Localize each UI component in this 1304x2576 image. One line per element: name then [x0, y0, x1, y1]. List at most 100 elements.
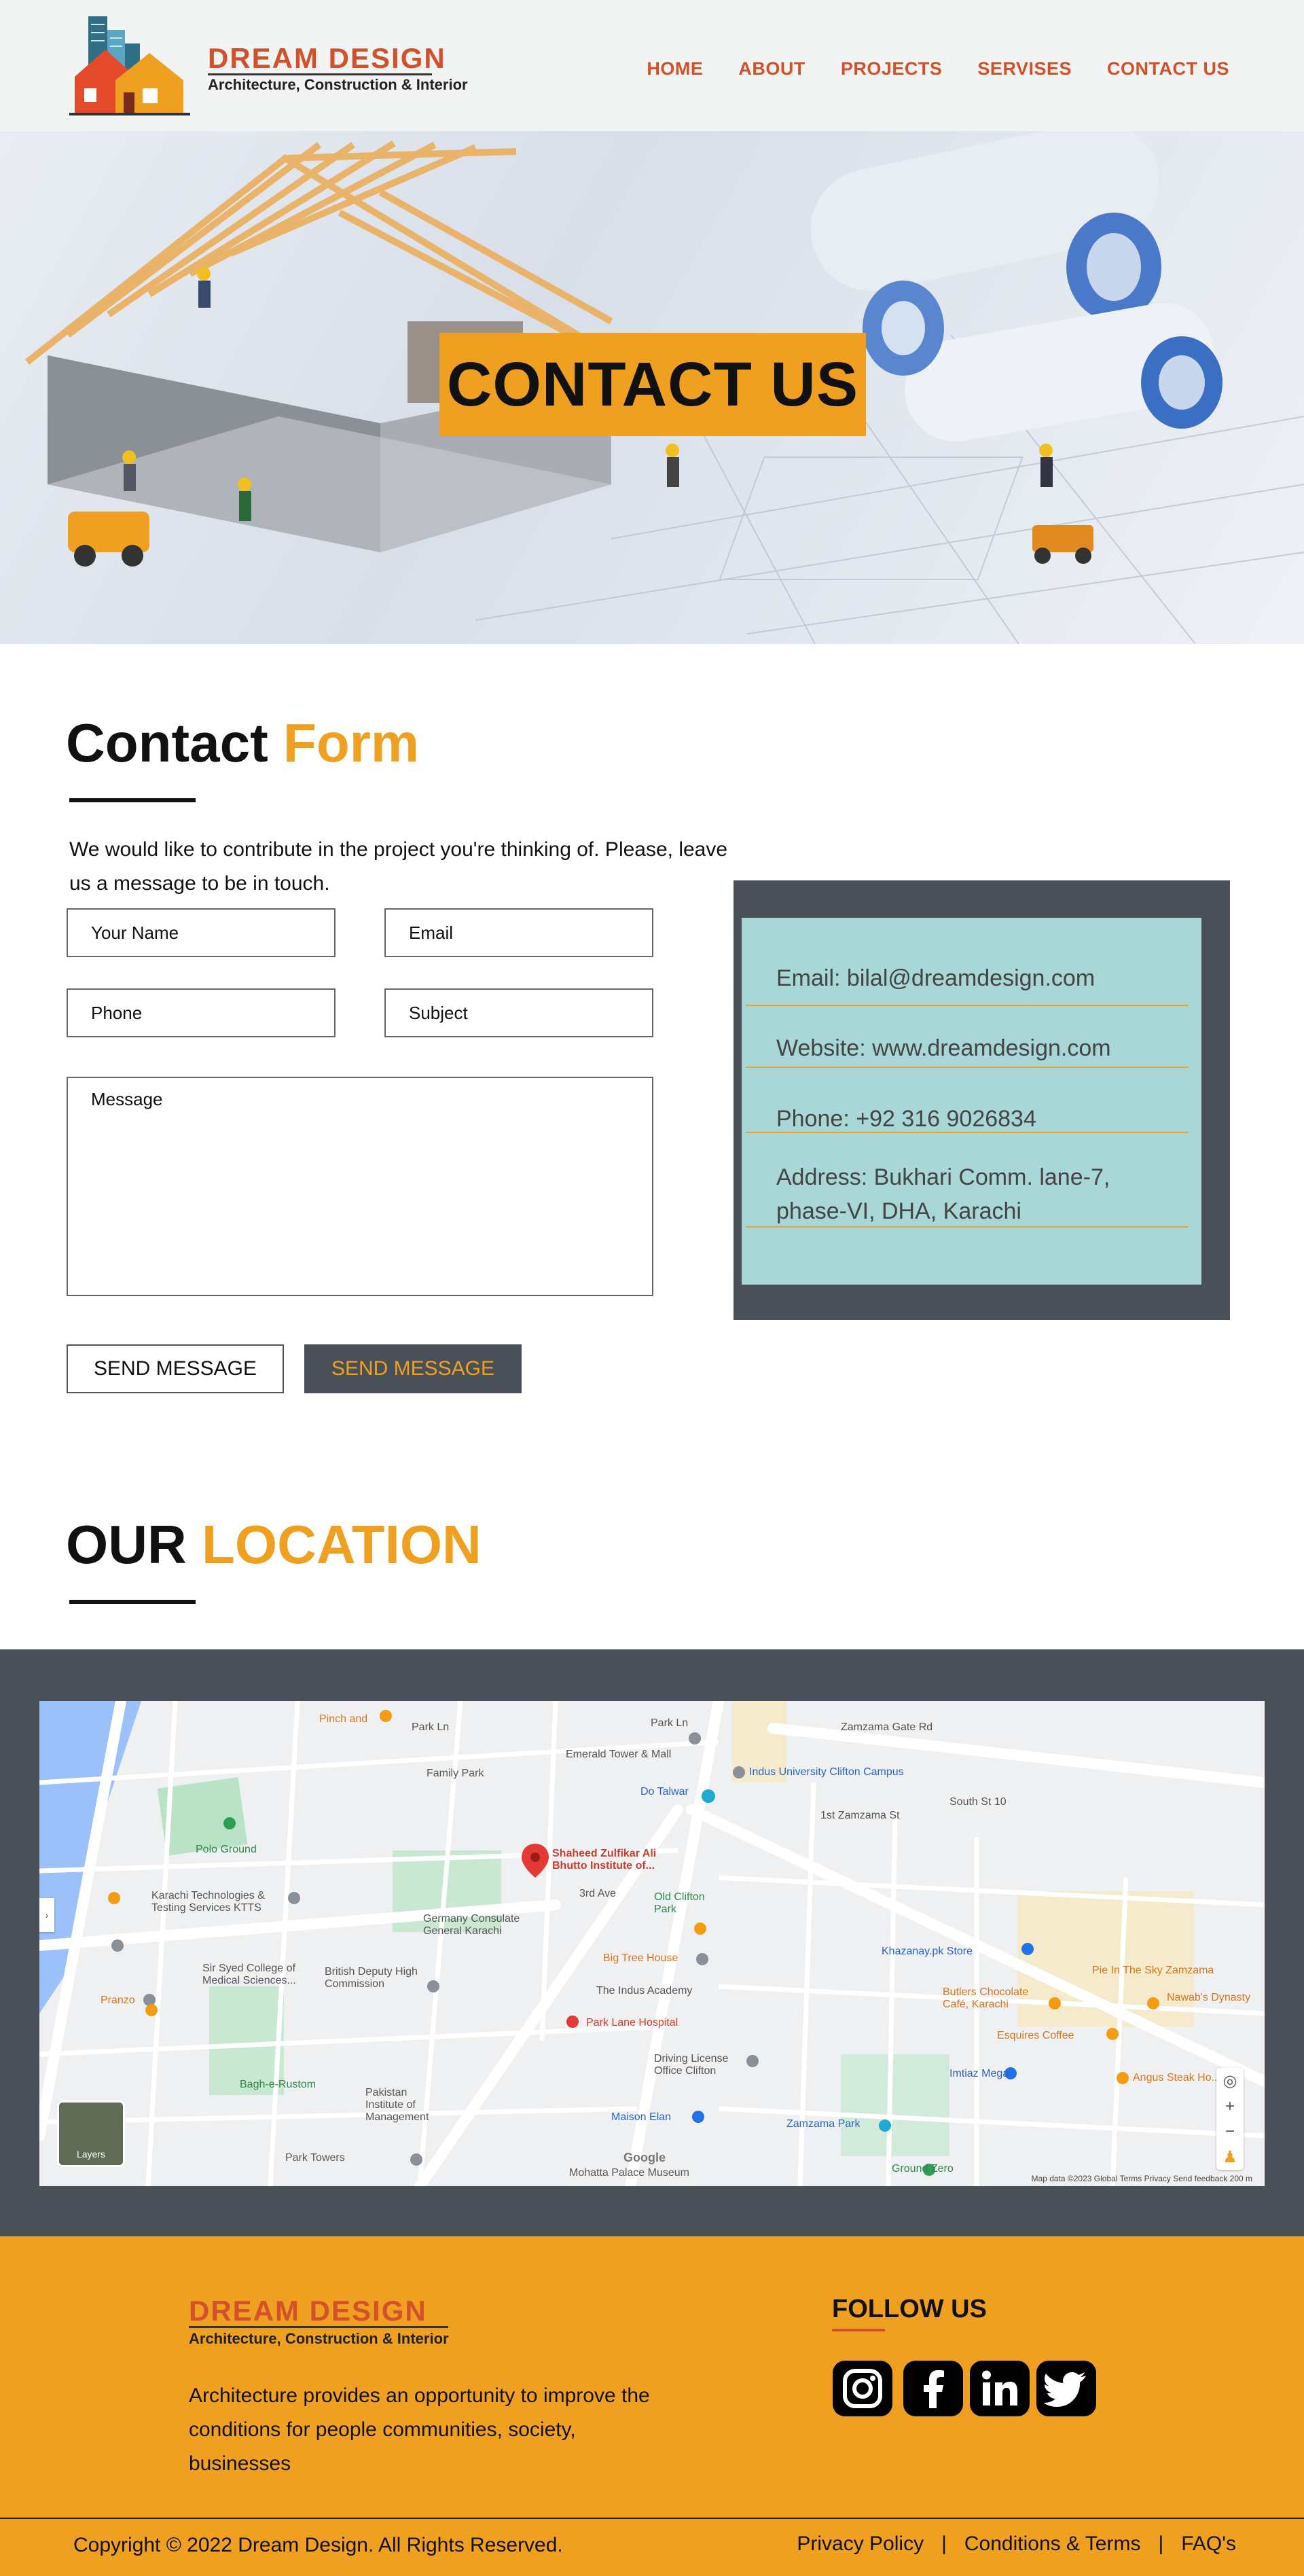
map-label: Imtiaz Mega: [949, 2068, 1009, 2079]
map-label: Pinch and: [319, 1713, 368, 1725]
map-label: Pranzo: [101, 1994, 135, 2006]
nav-about[interactable]: ABOUT: [738, 58, 805, 79]
map-label-office: Shaheed Zulfikar Ali Bhutto Institute of…: [552, 1848, 657, 1872]
map-label: Driving License Office Clifton: [654, 2053, 729, 2077]
send-message-button-alt[interactable]: SEND MESSAGE: [304, 1344, 522, 1393]
footer-divider: [0, 2518, 1304, 2519]
footer-links: Privacy Policy | Conditions & Terms | FA…: [797, 2533, 1236, 2556]
map-label: British Deputy High Commission: [325, 1966, 418, 1990]
twitter-icon[interactable]: [1036, 2361, 1096, 2416]
nav-services[interactable]: SERVISES: [977, 58, 1072, 79]
location-heading-main: OUR: [66, 1514, 187, 1575]
facebook-icon[interactable]: [903, 2361, 963, 2416]
follow-underline: [832, 2329, 885, 2331]
faq-link[interactable]: FAQ's: [1181, 2533, 1236, 2556]
map-label: 1st Zamzama St: [820, 1810, 900, 1821]
info-divider: [746, 1132, 1189, 1133]
contact-form-heading-accent: Form: [283, 713, 420, 773]
contact-phone[interactable]: Phone: +92 316 9026834: [776, 1102, 1036, 1136]
map-attribution[interactable]: Map data ©2023 Global Terms Privacy Send…: [1032, 2174, 1252, 2183]
map-label: Emerald Tower & Mall: [566, 1749, 672, 1760]
map-label: Park Ln: [412, 1721, 450, 1733]
zoom-in-button[interactable]: +: [1225, 2097, 1235, 2116]
email-field[interactable]: [384, 908, 653, 957]
map-label: Germany Consulate General Karachi: [423, 1913, 520, 1937]
instagram-icon[interactable]: [833, 2361, 892, 2416]
map-layers-button[interactable]: Layers: [57, 2100, 125, 2167]
copyright-text: Copyright © 2022 Dream Design. All Right…: [73, 2534, 563, 2556]
map-label: Family Park: [427, 1768, 484, 1779]
map-label: Bagh-e-Rustom: [240, 2079, 316, 2090]
footer-description: Architecture provides an opportunity to …: [189, 2384, 650, 2475]
map-label: Pakistan Institute of Management: [365, 2087, 429, 2123]
linkedin-icon[interactable]: [970, 2361, 1030, 2416]
location-heading-underline: [69, 1600, 196, 1604]
contact-website[interactable]: Website: www.dreamdesign.com: [776, 1031, 1111, 1065]
link-separator: |: [1158, 2533, 1164, 2555]
hero-banner: CONTACT US: [0, 131, 1304, 644]
contact-email[interactable]: Email: bilal@dreamdesign.com: [776, 961, 1095, 995]
house-logo-icon[interactable]: [68, 12, 192, 121]
page-title: CONTACT US: [446, 349, 859, 419]
brand-divider: [208, 73, 432, 75]
nav-home[interactable]: HOME: [647, 58, 703, 79]
contact-intro-text: We would like to contribute in the proje…: [69, 838, 728, 895]
map-label: Butlers Chocolate Café, Karachi: [943, 1986, 1029, 2010]
follow-us-heading: FOLLOW US: [832, 2295, 987, 2323]
footer-brand-divider: [189, 2326, 448, 2328]
brand-name[interactable]: DREAM DESIGN: [208, 42, 446, 75]
map-label: Esquires Coffee: [997, 2030, 1074, 2041]
main-nav: HOME ABOUT PROJECTS SERVISES CONTACT US: [647, 58, 1229, 79]
map-label: Ground Zero: [892, 2163, 954, 2175]
info-divider: [746, 1067, 1189, 1068]
location-heading: OUR LOCATION: [66, 1514, 482, 1576]
map-label: Karachi Technologies & Testing Services …: [151, 1890, 265, 1914]
footer-brand-name[interactable]: DREAM DESIGN: [189, 2295, 427, 2327]
map-label: Nawab's Dynasty: [1167, 1992, 1251, 2003]
map-label: Pie In The Sky Zamzama: [1092, 1965, 1214, 1976]
send-message-button[interactable]: SEND MESSAGE: [67, 1344, 284, 1393]
street-view-icon[interactable]: ♟: [1222, 2147, 1237, 2167]
map-label: Park Ln: [651, 1717, 689, 1729]
map-label: Indus University Clifton Campus: [749, 1766, 904, 1778]
map-zoom-controls[interactable]: ◎ + − ♟: [1216, 2068, 1244, 2170]
map-label: South St 10: [949, 1796, 1007, 1808]
contact-heading-underline: [69, 798, 196, 802]
footer-brand-tagline: Architecture, Construction & Interior: [189, 2330, 449, 2347]
map-label: Polo Ground: [196, 1844, 257, 1855]
my-location-icon[interactable]: ◎: [1223, 2071, 1237, 2091]
map-label: Mohatta Palace Museum: [569, 2167, 689, 2179]
map-label: Do Talwar: [640, 1786, 689, 1797]
nav-projects[interactable]: PROJECTS: [841, 58, 943, 79]
site-header: DREAM DESIGN Architecture, Construction …: [0, 0, 1304, 131]
map-label: 3rd Ave: [579, 1888, 616, 1899]
google-map[interactable]: Pinch and Park Ln Park Ln Zamzama Gate R…: [39, 1701, 1265, 2186]
map-label: Old Clifton Park: [654, 1891, 705, 1915]
contact-address-line2: phase-VI, DHA, Karachi: [776, 1198, 1021, 1224]
map-label: Big Tree House: [603, 1952, 678, 1964]
info-divider: [746, 1226, 1189, 1228]
google-logo: Google: [623, 2151, 666, 2164]
map-sidebar-toggle[interactable]: ›: [39, 1898, 54, 1932]
info-divider: [746, 1005, 1189, 1006]
zoom-out-button[interactable]: −: [1225, 2122, 1235, 2141]
link-separator: |: [941, 2533, 947, 2555]
location-heading-accent: LOCATION: [202, 1514, 482, 1575]
map-label: Zamzama Gate Rd: [841, 1721, 933, 1733]
contact-address-line1: Address: Bukhari Comm. lane-7,: [776, 1164, 1110, 1190]
name-field[interactable]: [67, 908, 336, 957]
message-field[interactable]: [67, 1077, 653, 1296]
subject-field[interactable]: [384, 988, 653, 1037]
map-label: Zamzama Park: [786, 2118, 861, 2130]
phone-field[interactable]: [67, 988, 336, 1037]
nav-contact[interactable]: CONTACT US: [1107, 58, 1229, 79]
layers-label: Layers: [76, 2149, 106, 2160]
brand-tagline: Architecture, Construction & Interior: [208, 76, 468, 93]
map-label: Maison Elan: [611, 2111, 672, 2123]
terms-link[interactable]: Conditions & Terms: [964, 2533, 1141, 2556]
hero-title-box: CONTACT US: [439, 333, 866, 436]
map-label: Sir Syed College of Medical Sciences...: [202, 1963, 296, 1986]
map-label: Park Towers: [285, 2152, 345, 2164]
privacy-policy-link[interactable]: Privacy Policy: [797, 2533, 924, 2556]
map-label: The Indus Academy: [596, 1985, 693, 1997]
